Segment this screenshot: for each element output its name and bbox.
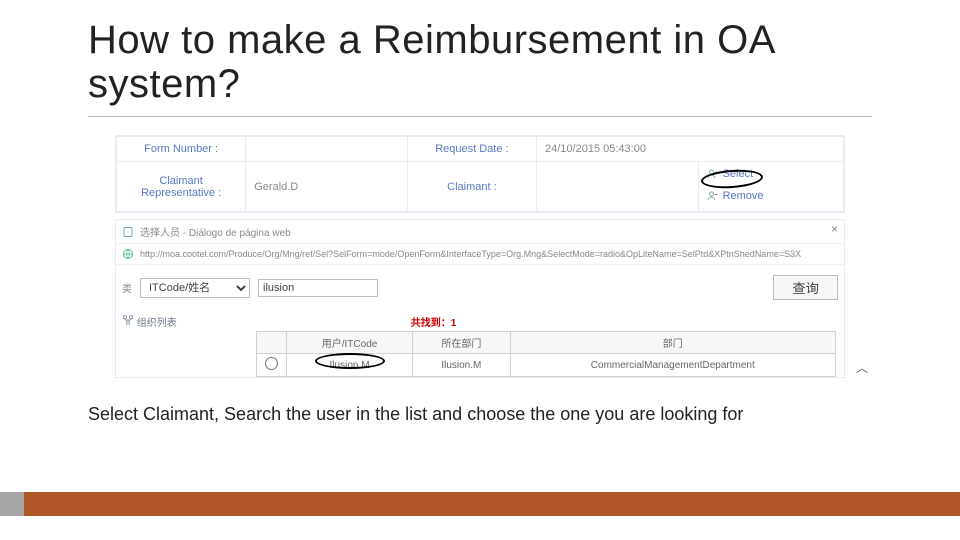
search-type-select[interactable]: ITCode/姓名 <box>140 278 250 298</box>
scroll-up-caret-icon[interactable]: ︿ <box>856 359 868 376</box>
select-claimant-label: Select <box>723 168 754 180</box>
dialog-url-text: http://moa.cootel.com/Produce/Org/Mng/re… <box>140 249 838 259</box>
search-type-label: 类 <box>122 280 132 295</box>
remove-claimant-link[interactable]: Remove <box>707 190 764 202</box>
person-add-icon <box>707 168 719 180</box>
form-table: Form Number : Request Date : 24/10/2015 … <box>116 136 844 212</box>
select-claimant-link[interactable]: Select <box>707 168 754 180</box>
row-user: Ilusion.M <box>330 360 370 371</box>
row-user-cell: Ilusion.M <box>287 354 413 377</box>
form-row-1: Form Number : Request Date : 24/10/2015 … <box>117 137 844 162</box>
footer-bar <box>0 492 960 516</box>
request-date-value: 24/10/2015 05:43:00 <box>537 137 844 162</box>
search-button[interactable]: 查询 <box>773 275 838 300</box>
claimant-rep-label: Claimant Representative : <box>117 162 246 212</box>
row-radio-cell <box>257 354 287 377</box>
slide-caption: Select Claimant, Search the user in the … <box>88 404 872 425</box>
search-input[interactable] <box>258 279 378 297</box>
result-count: 共找到：1 <box>411 314 457 329</box>
tree-icon <box>122 314 134 326</box>
claimant-actions-cell: Select Remove <box>698 162 843 212</box>
dialog-title-text: 选择人员 - Diálogo de página web <box>140 224 291 239</box>
form-number-label: Form Number : <box>117 137 246 162</box>
claimant-label: Claimant : <box>407 162 536 212</box>
org-tree-label: 组织列表 <box>137 318 177 329</box>
claimant-value <box>537 162 699 212</box>
col-select <box>257 332 287 354</box>
col-department: 部门 <box>510 332 835 354</box>
dialog-url-bar: http://moa.cootel.com/Produce/Org/Mng/re… <box>116 244 844 265</box>
form-number-value <box>246 137 408 162</box>
person-remove-icon <box>707 190 719 202</box>
col-user: 用户/ITCode <box>287 332 413 354</box>
claimant-rep-value: Gerald.D <box>246 162 408 212</box>
footer-orange-block <box>24 492 960 516</box>
form-panel: Form Number : Request Date : 24/10/2015 … <box>115 135 845 213</box>
result-table-header: 用户/ITCode 所在部门 部门 <box>257 332 836 354</box>
dialog-wrapper: 选择人员 - Diálogo de página web × http://mo… <box>88 219 872 378</box>
result-header: 组织列表 共找到：1 <box>116 310 844 331</box>
row-radio[interactable] <box>265 357 278 370</box>
page-icon <box>122 226 134 238</box>
search-row: 类 ITCode/姓名 查询 <box>116 265 844 310</box>
result-row[interactable]: Ilusion.M Ilusion.M CommercialManagement… <box>257 354 836 377</box>
slide: How to make a Reimbursement in OA system… <box>0 0 960 540</box>
form-row-2: Claimant Representative : Gerald.D Claim… <box>117 162 844 212</box>
dialog-close-button[interactable]: × <box>831 222 838 236</box>
org-tree-button[interactable]: 组织列表 <box>122 314 177 329</box>
row-dept: Ilusion.M <box>413 354 510 377</box>
remove-claimant-label: Remove <box>723 190 764 202</box>
title-divider <box>88 116 872 117</box>
request-date-label: Request Date : <box>407 137 536 162</box>
globe-icon <box>122 248 134 260</box>
footer-grey-block <box>0 492 24 516</box>
dialog-titlebar: 选择人员 - Diálogo de página web × <box>116 220 844 244</box>
col-dept: 所在部门 <box>413 332 510 354</box>
select-user-dialog: 选择人员 - Diálogo de página web × http://mo… <box>115 219 845 378</box>
result-table: 用户/ITCode 所在部门 部门 Ilusion.M Ilusion.M Co… <box>256 331 836 377</box>
row-department: CommercialManagementDepartment <box>510 354 835 377</box>
slide-title: How to make a Reimbursement in OA system… <box>88 18 872 106</box>
